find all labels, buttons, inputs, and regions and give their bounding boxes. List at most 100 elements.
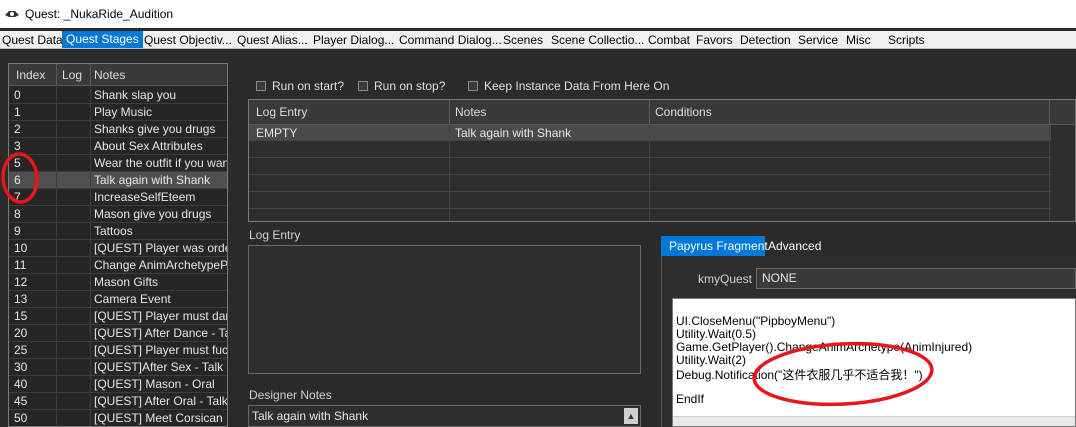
tab-favors[interactable]: Favors xyxy=(696,31,733,49)
tab-scene-collections[interactable]: Scene Collectio... xyxy=(551,31,644,49)
run-on-stop-checkbox[interactable]: Run on stop? xyxy=(358,79,445,93)
stage-index-cell: 0 xyxy=(14,88,21,102)
stage-row[interactable]: 2 Shanks give you drugs xyxy=(9,121,227,138)
stage-row[interactable]: 45 [QUEST] After Oral - Talk Mason xyxy=(9,393,227,410)
stage-row[interactable]: 20 [QUEST] After Dance - Talk xyxy=(9,325,227,342)
log-table-row[interactable]: EMPTY Talk again with Shank xyxy=(249,125,1051,141)
stage-row[interactable]: 0 Shank slap you xyxy=(9,87,227,104)
column-divider xyxy=(56,325,57,342)
stage-log-cell xyxy=(59,121,91,138)
code-line: UI.CloseMenu("PipboyMenu") xyxy=(676,314,836,328)
log-table-empty-row xyxy=(249,193,1051,209)
tab-bar: Quest Data Quest Stages Quest Objectiv..… xyxy=(0,31,1076,49)
stage-row[interactable]: 25 [QUEST] Player must fuck xyxy=(9,342,227,359)
stage-notes-cell: [QUEST] Meet Corsican xyxy=(94,411,223,425)
stage-index-cell: 45 xyxy=(14,394,28,408)
app-icon xyxy=(4,8,20,20)
stage-log-cell xyxy=(59,104,91,121)
column-header-log-notes[interactable]: Notes xyxy=(455,100,486,125)
column-divider xyxy=(56,138,57,155)
scroll-up-icon[interactable]: ▲ xyxy=(624,408,638,424)
stage-row[interactable]: 15 [QUEST] Player must dance xyxy=(9,308,227,325)
tab-misc[interactable]: Misc xyxy=(846,31,871,49)
stage-log-cell xyxy=(59,257,91,274)
run-on-start-box[interactable] xyxy=(256,81,266,91)
column-divider xyxy=(56,206,57,223)
tab-combat[interactable]: Combat xyxy=(648,31,690,49)
stage-notes-cell: [QUEST]After Sex - Talk Mason xyxy=(94,360,227,374)
stage-row[interactable]: 50 [QUEST] Meet Corsican xyxy=(9,410,227,426)
tab-quest-data[interactable]: Quest Data xyxy=(2,31,63,49)
column-header-log-entry[interactable]: Log Entry xyxy=(256,100,307,125)
column-divider xyxy=(90,257,91,274)
keep-instance-checkbox[interactable]: Keep Instance Data From Here On xyxy=(468,79,669,93)
tab-quest-objectives[interactable]: Quest Objectiv... xyxy=(144,31,232,49)
log-entries-table[interactable]: Log Entry Notes Conditions EMPTY Talk ag… xyxy=(248,99,1076,222)
column-divider xyxy=(90,189,91,206)
keep-instance-box[interactable] xyxy=(468,81,478,91)
stage-list[interactable]: Index Log Notes 0 Shank slap you 1 Play Mus… xyxy=(8,63,228,427)
stage-row[interactable]: 13 Camera Event xyxy=(9,291,227,308)
tab-scripts[interactable]: Scripts xyxy=(888,31,925,49)
tab-quest-stages[interactable]: Quest Stages xyxy=(62,31,143,48)
tab-quest-aliases[interactable]: Quest Alias... xyxy=(237,31,308,49)
stage-log-cell xyxy=(59,342,91,359)
column-header-log[interactable]: Log xyxy=(62,64,82,86)
stage-row[interactable]: 9 Tattoos xyxy=(9,223,227,240)
stage-index-cell: 7 xyxy=(14,190,21,204)
stage-notes-cell: [QUEST] Mason - Oral xyxy=(94,377,215,391)
stage-index-cell: 20 xyxy=(14,326,28,340)
stage-row[interactable]: 40 [QUEST] Mason - Oral xyxy=(9,376,227,393)
column-divider xyxy=(56,87,57,104)
stage-notes-cell: Change AnimArchetypePlayer xyxy=(94,258,228,272)
column-divider xyxy=(90,325,91,342)
tab-detection[interactable]: Detection xyxy=(740,31,791,49)
stage-log-cell xyxy=(59,376,91,393)
stage-row[interactable]: 6 Talk again with Shank xyxy=(9,172,227,189)
stage-row[interactable]: 5 Wear the outfit if you want to xyxy=(9,155,227,172)
designer-notes-label: Designer Notes xyxy=(249,388,332,402)
column-header-notes[interactable]: Notes xyxy=(94,64,125,86)
log-table-empty-row xyxy=(249,176,1051,192)
tab-service[interactable]: Service xyxy=(798,31,838,49)
stage-row[interactable]: 30 [QUEST]After Sex - Talk Mason xyxy=(9,359,227,376)
log-entry-textarea[interactable] xyxy=(248,245,641,374)
log-table-empty-row xyxy=(249,159,1051,175)
column-header-conditions[interactable]: Conditions xyxy=(655,100,712,125)
stage-index-cell: 50 xyxy=(14,411,28,425)
column-divider xyxy=(90,223,91,240)
tab-advanced[interactable]: Advanced xyxy=(768,236,821,256)
column-divider xyxy=(56,308,57,325)
stage-notes-cell: Camera Event xyxy=(94,292,171,306)
tab-player-dialogue[interactable]: Player Dialog... xyxy=(313,31,394,49)
log-table-empty-row xyxy=(249,142,1051,158)
designer-notes-field[interactable]: Talk again with Shank ▲ xyxy=(248,405,641,427)
tab-papyrus-fragment[interactable]: Papyrus Fragment xyxy=(661,236,768,256)
stage-notes-cell: Play Music xyxy=(94,105,153,119)
stage-row[interactable]: 1 Play Music xyxy=(9,104,227,121)
stage-row[interactable]: 10 [QUEST] Player was ordered xyxy=(9,240,227,257)
stage-row[interactable]: 11 Change AnimArchetypePlayer xyxy=(9,257,228,274)
stage-row[interactable]: 3 About Sex Attributes xyxy=(9,138,227,155)
column-divider xyxy=(56,274,57,291)
stage-index-cell: 13 xyxy=(14,292,28,306)
papyrus-code-editor[interactable]: UI.CloseMenu("PipboyMenu") Utility.Wait(… xyxy=(672,298,1076,427)
stage-row[interactable]: 7 IncreaseSelfEteem xyxy=(9,189,227,206)
stage-log-cell xyxy=(59,206,91,223)
tab-scenes[interactable]: Scenes xyxy=(503,31,543,49)
kmyquest-select[interactable]: NONE xyxy=(756,268,1076,289)
column-divider xyxy=(56,121,57,138)
stage-index-cell: 9 xyxy=(14,224,21,238)
stage-notes-cell: Talk again with Shank xyxy=(94,173,211,187)
stage-log-cell xyxy=(59,359,91,376)
column-header-index[interactable]: Index xyxy=(16,64,45,86)
tab-command-dialogue[interactable]: Command Dialog... xyxy=(399,31,502,49)
run-on-start-label: Run on start? xyxy=(272,79,345,93)
run-on-stop-box[interactable] xyxy=(358,81,368,91)
column-divider xyxy=(56,376,57,393)
column-divider xyxy=(56,291,57,308)
run-on-start-checkbox[interactable]: Run on start? xyxy=(256,79,344,93)
stage-row[interactable]: 12 Mason Gifts xyxy=(9,274,227,291)
stage-row[interactable]: 8 Mason give you drugs xyxy=(9,206,227,223)
horizontal-scrollbar[interactable] xyxy=(673,416,1075,426)
